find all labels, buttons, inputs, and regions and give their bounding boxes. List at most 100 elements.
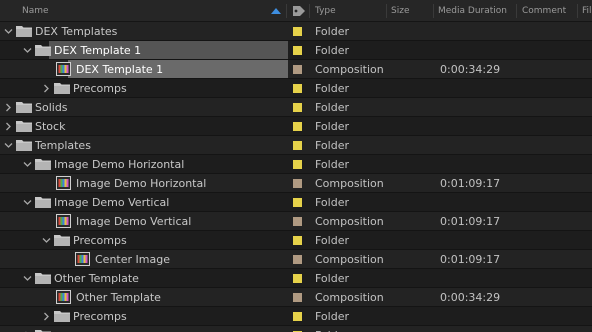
folder-row[interactable]: Image Demo Vertical Folder: [0, 193, 592, 212]
folder-icon: [54, 235, 70, 246]
column-divider[interactable]: [577, 4, 578, 18]
label-color-swatch[interactable]: [293, 122, 302, 131]
folder-row[interactable]: Image Demo Horizontal Folder: [0, 155, 592, 174]
item-type: Folder: [315, 158, 349, 171]
folder-row[interactable]: Precomps Folder: [0, 231, 592, 250]
column-divider[interactable]: [286, 4, 287, 18]
disclosure-collapsed-icon[interactable]: [4, 117, 14, 136]
item-name: Center Image: [95, 253, 170, 266]
composition-row[interactable]: Image Demo Vertical Composition 0:01:09:17: [0, 212, 592, 231]
folder-row[interactable]: DEX Template 1 Folder: [0, 41, 592, 60]
column-divider[interactable]: [386, 4, 387, 18]
item-name: Precomps: [73, 234, 127, 247]
item-name: Other Template: [76, 291, 161, 304]
sort-ascending-icon[interactable]: [271, 8, 281, 14]
column-header-media-duration[interactable]: Media Duration: [438, 0, 514, 22]
item-name: Image Demo Horizontal: [54, 158, 185, 171]
folder-row[interactable]: Other Template Folder: [0, 269, 592, 288]
column-header-size[interactable]: Size: [391, 0, 431, 22]
item-name: Other Template: [54, 272, 139, 285]
item-type: Folder: [315, 82, 349, 95]
item-type: Folder: [315, 272, 349, 285]
item-name: Stock: [35, 120, 66, 133]
label-color-swatch[interactable]: [293, 217, 302, 226]
composition-icon: [75, 252, 90, 266]
label-color-swatch[interactable]: [293, 103, 302, 112]
column-divider[interactable]: [309, 4, 310, 18]
folder-icon: [54, 311, 70, 322]
item-name: Solids: [35, 101, 68, 114]
disclosure-expanded-icon[interactable]: [23, 269, 33, 288]
label-color-swatch[interactable]: [293, 236, 302, 245]
label-color-swatch[interactable]: [293, 179, 302, 188]
disclosure-collapsed-icon[interactable]: [42, 307, 52, 326]
label-color-swatch[interactable]: [293, 160, 302, 169]
folder-icon: [35, 197, 51, 208]
disclosure-collapsed-icon[interactable]: [23, 326, 33, 332]
item-name: DEX Template 1: [54, 44, 142, 57]
column-header-type[interactable]: Type: [315, 0, 380, 22]
item-name: Image Demo Vertical: [54, 196, 170, 209]
disclosure-expanded-icon[interactable]: [4, 136, 14, 155]
composition-icon: [56, 62, 71, 76]
item-type: Folder: [315, 326, 349, 332]
composition-row[interactable]: Image Demo Horizontal Composition 0:01:09:…: [0, 174, 592, 193]
folder-icon: [35, 273, 51, 284]
item-type: Composition: [315, 177, 384, 190]
composition-icon: [56, 214, 71, 228]
label-color-swatch[interactable]: [293, 274, 302, 283]
disclosure-expanded-icon[interactable]: [23, 193, 33, 212]
item-type: Folder: [315, 139, 349, 152]
disclosure-expanded-icon[interactable]: [42, 231, 52, 250]
disclosure-expanded-icon[interactable]: [23, 41, 33, 60]
folder-icon: [54, 83, 70, 94]
media-duration: 0:01:09:17: [440, 177, 501, 190]
label-tag-icon[interactable]: [292, 5, 306, 17]
folder-icon: [16, 26, 32, 37]
folder-icon: [16, 102, 32, 113]
composition-icon: [56, 290, 71, 304]
folder-icon: [35, 159, 51, 170]
media-duration: 0:01:09:17: [440, 253, 501, 266]
folder-row[interactable]: Precomps Folder: [0, 307, 592, 326]
item-type: Composition: [315, 63, 384, 76]
media-duration: 0:00:34:29: [440, 291, 501, 304]
column-divider[interactable]: [433, 4, 434, 18]
composition-row[interactable]: Center Image Composition 0:01:09:17: [0, 250, 592, 269]
folder-row[interactable]: Stock Folder: [0, 117, 592, 136]
disclosure-expanded-icon[interactable]: [4, 22, 14, 41]
item-type: Folder: [315, 25, 349, 38]
item-type: Folder: [315, 44, 349, 57]
composition-row[interactable]: Other Template Composition 0:00:34:29: [0, 288, 592, 307]
column-header-file[interactable]: Fil: [582, 0, 592, 22]
label-color-swatch[interactable]: [293, 255, 302, 264]
label-color-swatch[interactable]: [293, 65, 302, 74]
item-type: Composition: [315, 215, 384, 228]
folder-row[interactable]: Precomps Folder: [0, 79, 592, 98]
disclosure-collapsed-icon[interactable]: [4, 98, 14, 117]
label-color-swatch[interactable]: [293, 312, 302, 321]
label-color-swatch[interactable]: [293, 46, 302, 55]
label-color-swatch[interactable]: [293, 141, 302, 150]
disclosure-collapsed-icon[interactable]: [42, 79, 52, 98]
item-name: DEX Template 1: [76, 63, 164, 76]
item-name: Precomps: [73, 310, 127, 323]
label-color-swatch[interactable]: [293, 27, 302, 36]
label-color-swatch[interactable]: [293, 84, 302, 93]
item-type: Composition: [315, 253, 384, 266]
item-name: Templates: [35, 139, 91, 152]
folder-row[interactable]: Solids Folder: [0, 98, 592, 117]
column-divider[interactable]: [516, 4, 517, 18]
composition-row[interactable]: DEX Template 1 Composition 0:00:34:29: [0, 60, 592, 79]
folder-row[interactable]: DEX Templates Folder: [0, 22, 592, 41]
label-color-swatch[interactable]: [293, 293, 302, 302]
column-header-comment[interactable]: Comment: [522, 0, 574, 22]
item-type: Folder: [315, 101, 349, 114]
label-color-swatch[interactable]: [293, 198, 302, 207]
disclosure-expanded-icon[interactable]: [23, 155, 33, 174]
folder-row[interactable]: Templates Folder: [0, 136, 592, 155]
item-type: Folder: [315, 234, 349, 247]
item-type: Folder: [315, 196, 349, 209]
column-header-name[interactable]: Name: [22, 0, 262, 22]
folder-row[interactable]: Folder: [0, 326, 592, 332]
